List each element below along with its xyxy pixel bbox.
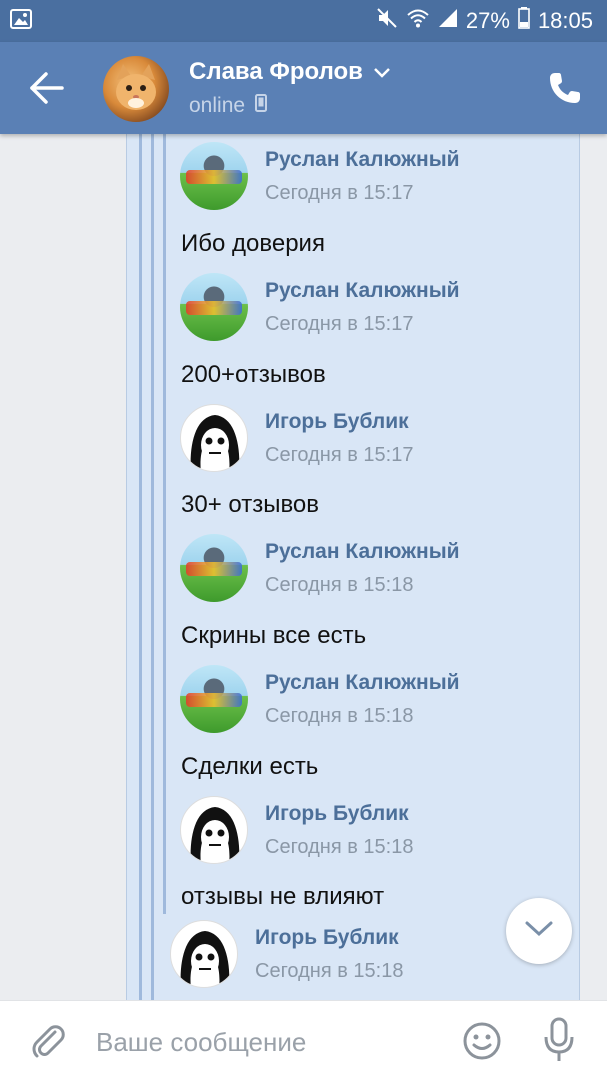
chat-header: Слава Фролов online: [0, 42, 607, 134]
message-time: Сегодня в 15:17: [265, 313, 414, 335]
message-text: 30+ отзывов: [181, 491, 320, 518]
sender-avatar[interactable]: [180, 796, 248, 864]
sender-name[interactable]: Руслан Калюжный: [265, 279, 460, 303]
paperclip-icon[interactable]: [28, 1021, 68, 1061]
battery-icon: [518, 7, 530, 35]
battery-percent: 27%: [465, 8, 510, 33]
message-input[interactable]: [94, 1019, 438, 1065]
status-bar: 27% 18:05: [0, 0, 607, 42]
sender-name[interactable]: Руслан Калюжный: [265, 148, 460, 172]
contact-name: Слава Фролов: [189, 58, 363, 85]
chevron-down-icon: [373, 58, 391, 86]
message-time: Сегодня в 15:17: [265, 182, 414, 204]
sender-name[interactable]: Игорь Бублик: [265, 802, 409, 826]
message-time: Сегодня в 15:18: [255, 960, 404, 982]
mobile-icon: [255, 94, 268, 118]
contact-name-button[interactable]: Слава Фролов: [189, 58, 391, 86]
sender-name[interactable]: Игорь Бублик: [255, 926, 399, 950]
message-time: Сегодня в 15:18: [265, 574, 414, 596]
message-text: 200+отзывов: [181, 361, 326, 388]
message-list[interactable]: Руслан Калюжный Сегодня в 15:17 Ибо дове…: [0, 134, 607, 1000]
wifi-icon: [406, 8, 430, 34]
smiley-icon[interactable]: [462, 1021, 502, 1061]
sender-avatar[interactable]: [180, 665, 248, 733]
message-text: отзывы не влияют: [181, 883, 385, 910]
forward-line: [139, 134, 142, 1000]
back-arrow-icon[interactable]: [28, 70, 68, 106]
forward-line: [151, 134, 154, 1000]
message-text: Сделки есть: [181, 753, 319, 780]
signal-icon: [438, 8, 458, 34]
message-composer: [0, 1000, 607, 1081]
contact-status: online: [189, 94, 268, 118]
scroll-to-bottom-button[interactable]: [506, 898, 572, 964]
online-status: online: [189, 94, 246, 117]
message-text: Скрины все есть: [181, 622, 367, 649]
message-time: Сегодня в 15:18: [265, 705, 414, 727]
sender-avatar[interactable]: [170, 920, 238, 988]
message-time: Сегодня в 15:17: [265, 444, 414, 466]
sender-avatar[interactable]: [180, 404, 248, 472]
sender-avatar[interactable]: [180, 534, 248, 602]
phone-icon[interactable]: [547, 70, 583, 106]
sender-name[interactable]: Игорь Бублик: [265, 410, 409, 434]
forward-line: [163, 134, 166, 914]
gallery-notification-icon: [10, 9, 32, 34]
sender-avatar[interactable]: [180, 273, 248, 341]
sender-avatar[interactable]: [180, 142, 248, 210]
clock: 18:05: [537, 8, 593, 33]
message-text: Ибо доверия: [181, 230, 325, 257]
message-time: Сегодня в 15:18: [265, 836, 414, 858]
contact-avatar[interactable]: [103, 56, 169, 122]
sender-name[interactable]: Руслан Калюжный: [265, 671, 460, 695]
chevron-down-icon: [524, 920, 554, 943]
sender-name[interactable]: Руслан Калюжный: [265, 540, 460, 564]
microphone-icon[interactable]: [541, 1017, 577, 1063]
mute-icon: [376, 7, 398, 35]
